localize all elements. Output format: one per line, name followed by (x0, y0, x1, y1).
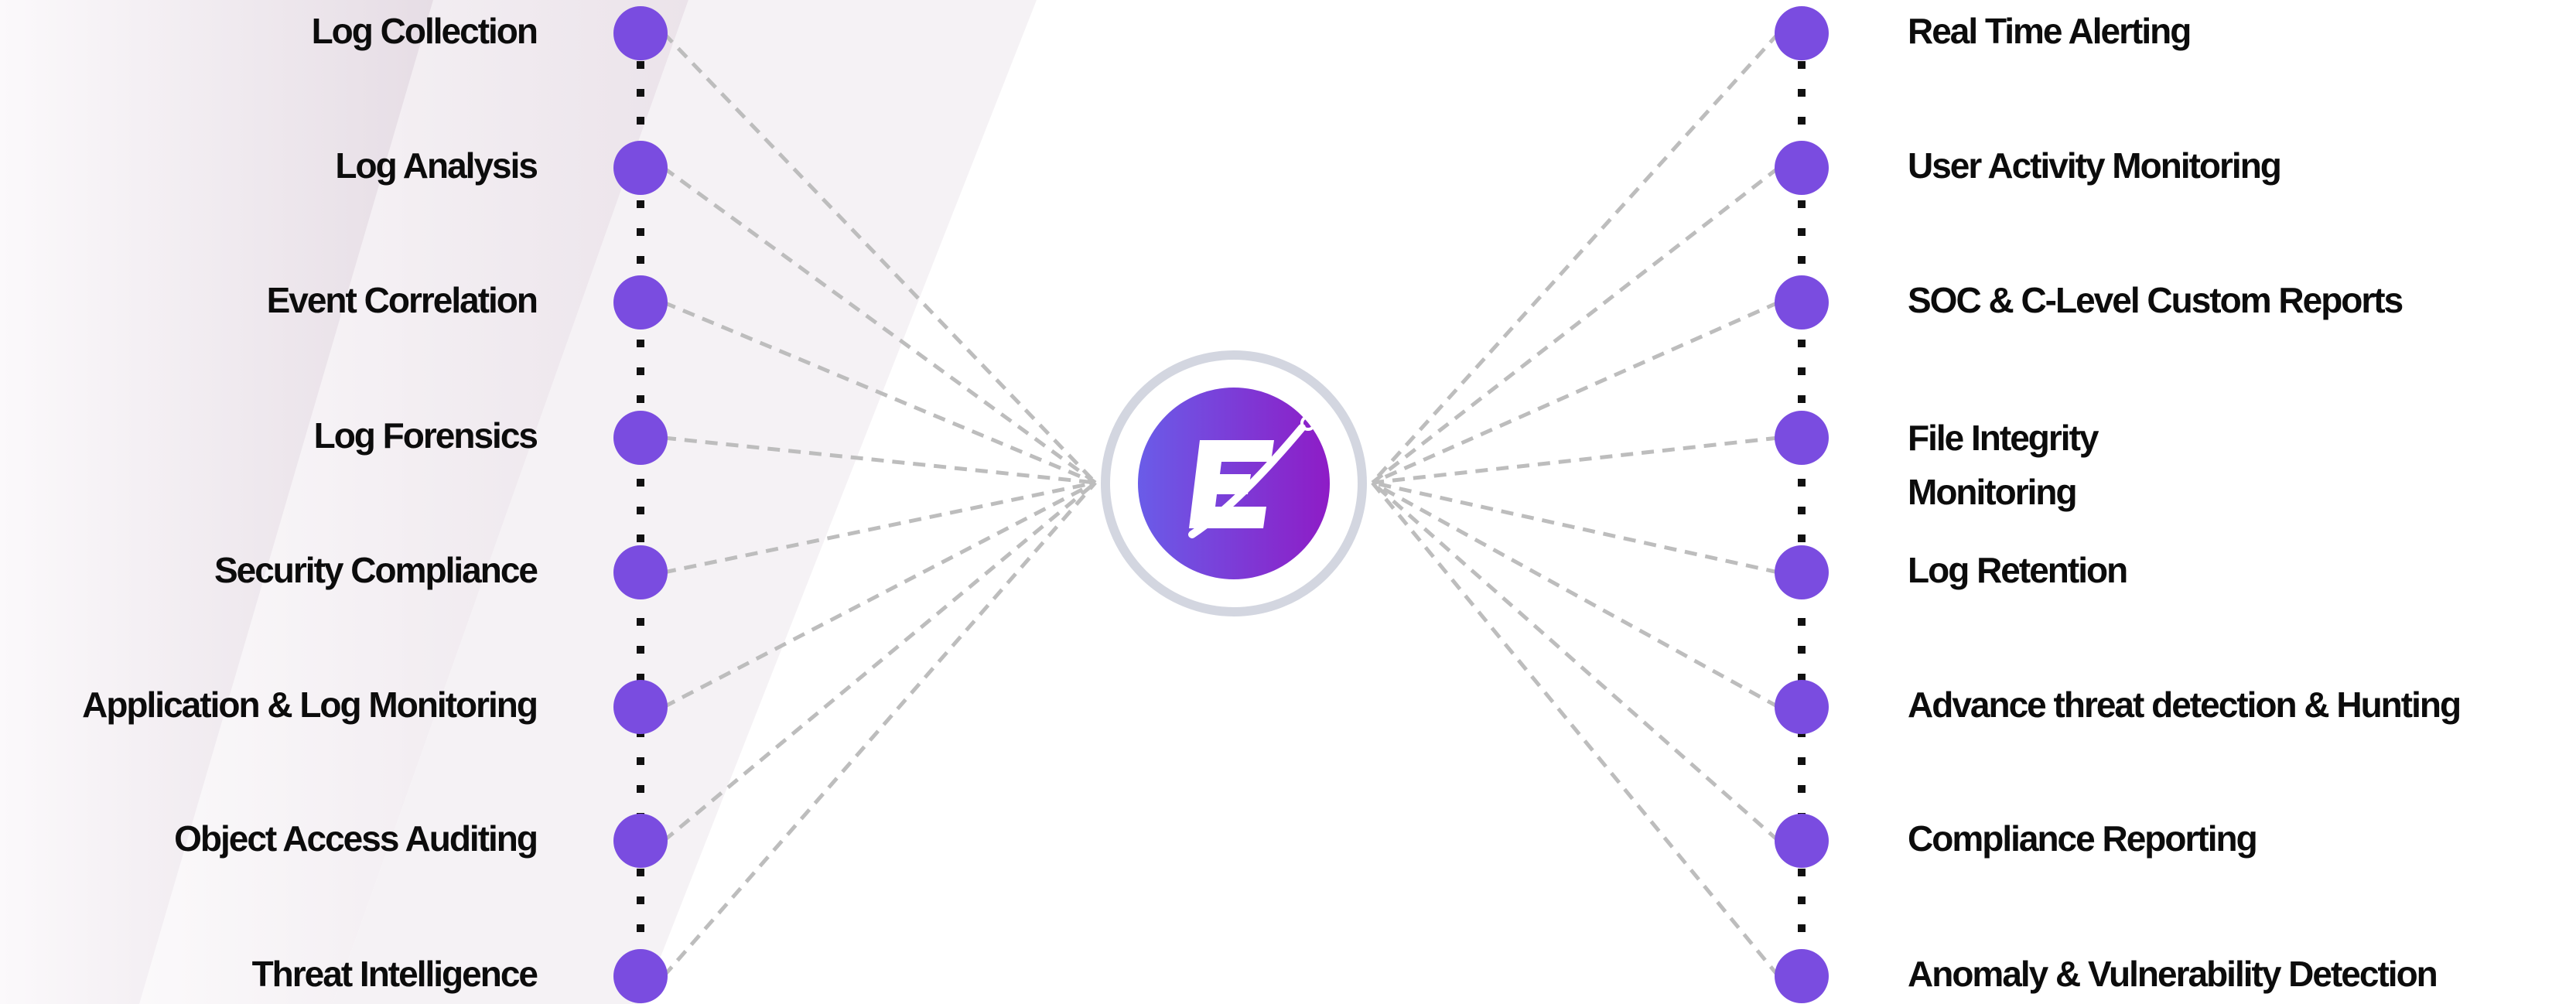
right-connector-4 (1372, 435, 1779, 485)
left-connector-5 (663, 480, 1096, 575)
right-node-6 (1775, 680, 1829, 734)
left-node-2 (613, 141, 668, 195)
right-connector-6 (1371, 480, 1780, 709)
left-feature-label: Object Access Auditing (174, 818, 538, 859)
left-connector-8 (662, 481, 1097, 978)
right-feature-label: Anomaly & Vulnerability Detection (1908, 954, 2438, 994)
right-node-4 (1775, 411, 1829, 465)
left-node-7 (613, 814, 668, 868)
left-feature-label: Application & Log Monitoring (82, 685, 538, 725)
left-connector-7 (662, 481, 1097, 842)
left-feature-label: Security Compliance (214, 550, 538, 590)
right-connector-2 (1371, 166, 1780, 484)
right-connector-1 (1371, 32, 1780, 484)
right-feature-label: File Integrity Monitoring (1908, 418, 2099, 512)
right-node-2 (1775, 141, 1829, 195)
left-node-5 (613, 545, 668, 599)
left-connector-4 (663, 435, 1096, 485)
left-feature-label: Log Collection (311, 11, 538, 51)
e-logo-icon (1101, 350, 1367, 616)
left-connector-6 (662, 480, 1097, 709)
right-node-8 (1775, 949, 1829, 1003)
left-node-8 (613, 949, 668, 1003)
left-feature-label: Log Forensics (313, 415, 538, 456)
right-node-3 (1775, 275, 1829, 330)
left-node-6 (613, 680, 668, 734)
right-feature-label: Log Retention (1908, 550, 2128, 590)
feature-diagram: Log Collection Log Analysis Event Correlat… (0, 0, 2576, 1004)
right-connector-5 (1372, 480, 1779, 575)
hub-logo (1099, 349, 1368, 618)
right-feature-label: Advance threat detection & Hunting (1908, 685, 2462, 725)
right-node-7 (1775, 814, 1829, 868)
left-feature-label: Event Correlation (266, 280, 538, 320)
left-node-1 (613, 6, 668, 60)
right-feature-label: SOC & C-Level Custom Reports (1908, 280, 2403, 320)
right-feature-label: Compliance Reporting (1908, 818, 2258, 859)
left-connector-1 (662, 32, 1097, 484)
left-connector-3 (663, 300, 1096, 485)
right-feature-label: User Activity Monitoring (1908, 145, 2282, 186)
left-feature-label: Threat Intelligence (251, 954, 538, 994)
right-connector-8 (1371, 481, 1780, 978)
left-connector-2 (662, 166, 1097, 485)
left-node-3 (613, 275, 668, 330)
right-connector-3 (1371, 300, 1780, 485)
right-node-1 (1775, 6, 1829, 60)
right-feature-label: Real Time Alerting (1908, 11, 2192, 51)
left-feature-label: Log Analysis (335, 145, 538, 186)
left-node-4 (613, 411, 668, 465)
right-node-5 (1775, 545, 1829, 599)
right-connector-7 (1371, 481, 1780, 842)
